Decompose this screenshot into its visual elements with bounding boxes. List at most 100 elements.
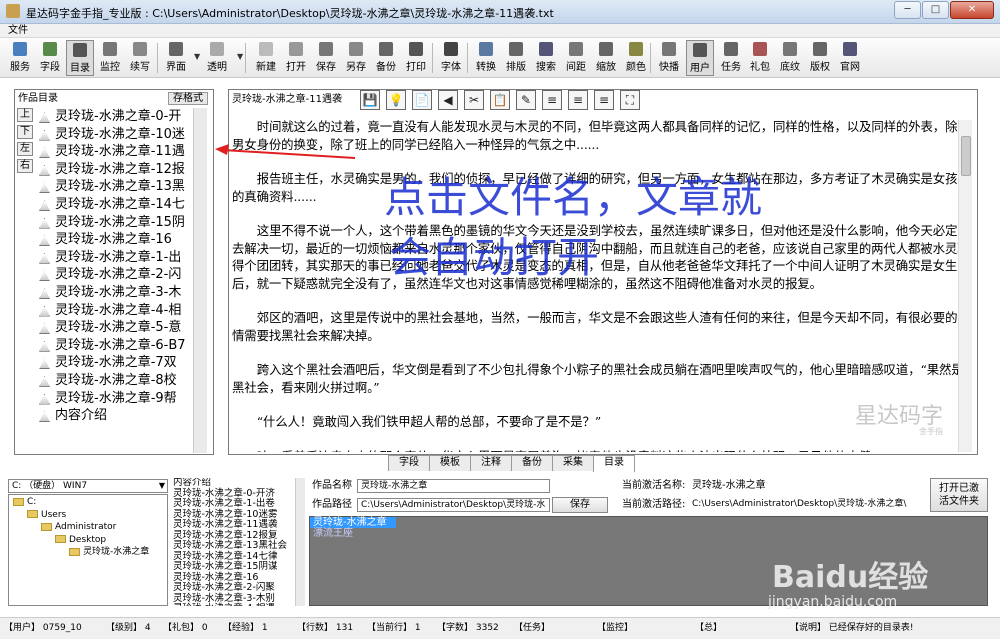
tab-2[interactable]: 注释 — [470, 455, 512, 471]
toolbar-shading-button[interactable]: 底纹 — [776, 40, 804, 76]
toolbar-saveas-button[interactable]: 另存 — [342, 40, 370, 76]
page-icon[interactable]: 📄 — [412, 90, 432, 110]
toolbar-transparent-button[interactable]: 透明 — [203, 40, 231, 76]
move-down-button[interactable]: 下 — [17, 125, 33, 139]
tab-1[interactable]: 模板 — [429, 455, 471, 471]
toolbar-website-button[interactable]: 官网 — [836, 40, 864, 76]
file-list-item[interactable]: 灵玲珑-水沸之章-1-出 — [35, 249, 207, 267]
file-list-item[interactable]: 灵玲珑-水沸之章-5-意 — [35, 319, 207, 337]
file-list-item[interactable]: 灵玲珑-水沸之章-13黑 — [35, 178, 207, 196]
file-list-item[interactable]: 灵玲珑-水沸之章-16 — [35, 231, 207, 249]
toolbar-new-button[interactable]: 新建 — [252, 40, 280, 76]
file-list-item[interactable]: 内容介绍 — [35, 407, 207, 425]
open-active-folder-button[interactable]: 打开已激 活文件夹 — [930, 478, 988, 512]
toolbar-spacing-button[interactable]: 间距 — [562, 40, 590, 76]
toolbar-service-button[interactable]: 服务 — [8, 40, 32, 76]
save-format-button[interactable]: 存格式 — [168, 92, 208, 105]
toolbar-print-button[interactable]: 打印 — [402, 40, 430, 76]
file-list-item[interactable]: 灵玲珑-水沸之章-8校 — [35, 372, 207, 390]
toolbar-search-button[interactable]: 搜索 — [532, 40, 560, 76]
idea-icon[interactable]: 💡 — [386, 90, 406, 110]
mini-list-item[interactable]: 灵玲珑-水沸之章-2-闪聚 — [173, 582, 295, 594]
toolbar-label: 透明 — [207, 62, 227, 73]
toolbar-font-button[interactable]: 字体 — [437, 40, 465, 76]
file-list-item[interactable]: 灵玲珑-水沸之章-15阴 — [35, 214, 207, 232]
save-button[interactable]: 保存 — [552, 497, 608, 513]
align-right-icon[interactable]: ≡ — [594, 90, 614, 110]
tab-3[interactable]: 备份 — [511, 455, 553, 471]
toolbar-quickplay-button[interactable]: 快播 — [655, 40, 683, 76]
file-list-item[interactable]: 灵玲珑-水沸之章-3-木 — [35, 284, 207, 302]
mini-list-item[interactable]: 内容介绍 — [173, 478, 295, 489]
work-path-input[interactable]: C:\Users\Administrator\Desktop\灵玲珑-水 — [357, 498, 550, 512]
file-list-item[interactable]: 灵玲珑-水沸之章-14七 — [35, 196, 207, 214]
fullscreen-icon[interactable]: ⛶ — [620, 90, 640, 110]
file-name: 灵玲珑-水沸之章-13黑 — [55, 179, 185, 195]
file-list-item[interactable]: 灵玲珑-水沸之章-0-开 — [35, 108, 207, 126]
toolbar-interface-button[interactable]: 界面 — [162, 40, 190, 76]
work-name-input[interactable]: 灵玲珑-水沸之章 — [357, 479, 550, 493]
toolbar-field-button[interactable]: 字段 — [36, 40, 64, 76]
close-button[interactable]: ✕ — [950, 1, 994, 19]
toolbar-layout-button[interactable]: 排版 — [502, 40, 530, 76]
tab-5[interactable]: 目录 — [593, 455, 635, 472]
toolbar-color-button[interactable]: 颜色 — [622, 40, 650, 76]
toolbar-user-button[interactable]: 用户 — [686, 40, 714, 76]
menu-file[interactable]: 文件 — [8, 24, 28, 38]
mini-list-item[interactable]: 灵玲珑-水沸之章-11遇袭 — [173, 519, 295, 531]
toolbar-copyright-button[interactable]: 版权 — [806, 40, 834, 76]
toolbar-gift-button[interactable]: 礼包 — [746, 40, 774, 76]
chevron-down-icon[interactable]: ▼ — [194, 52, 200, 61]
mini-list-item[interactable]: 灵玲珑-水沸之章-1-出卷 — [173, 498, 295, 510]
toolbar-task-button[interactable]: 任务 — [717, 40, 745, 76]
editor-scrollbar[interactable] — [958, 120, 972, 452]
maximize-button[interactable]: □ — [922, 1, 949, 19]
align-center-icon[interactable]: ≡ — [568, 90, 588, 110]
save-icon[interactable]: 💾 — [360, 90, 380, 110]
toolbar-monitor-button[interactable]: 监控 — [96, 40, 124, 76]
dir-item[interactable]: 漂流王座 — [310, 528, 987, 539]
mini-list-item[interactable]: 灵玲珑-水沸之章-13黑社会 — [173, 540, 295, 552]
back-icon[interactable]: ◀ — [438, 90, 458, 110]
toolbar-separator — [245, 43, 246, 73]
file-list-item[interactable]: 灵玲珑-水沸之章-9帮 — [35, 390, 207, 408]
tree-folder[interactable]: Desktop — [55, 535, 106, 546]
move-left-button[interactable]: 左 — [17, 142, 33, 156]
copy-icon[interactable]: 📋 — [490, 90, 510, 110]
chevron-down-icon[interactable]: ▼ — [237, 52, 243, 61]
mini-list-item[interactable]: 灵玲珑-水沸之章-15阴谋 — [173, 561, 295, 573]
tree-folder[interactable]: Users — [27, 510, 66, 521]
cut-icon[interactable]: ✂ — [464, 90, 484, 110]
edit-icon[interactable]: ✎ — [516, 90, 536, 110]
toolbar-continue-button[interactable]: 续写 — [126, 40, 154, 76]
toolbar-zoom-button[interactable]: 缩放 — [592, 40, 620, 76]
dir-item-selected[interactable]: 灵玲珑-水沸之章 — [310, 517, 396, 528]
file-list-scrollbar[interactable] — [193, 108, 207, 453]
file-list-item[interactable]: 灵玲珑-水沸之章-6-B7 — [35, 337, 207, 355]
minimize-button[interactable]: ─ — [894, 1, 921, 19]
toolbar-convert-button[interactable]: 转换 — [472, 40, 500, 76]
tree-folder[interactable]: C: — [13, 497, 36, 508]
toolbar-save-button[interactable]: 保存 — [312, 40, 340, 76]
file-list-item[interactable]: 灵玲珑-水沸之章-11遇 — [35, 143, 207, 161]
drive-select[interactable]: C: （硬盘） WIN7 ▼ — [8, 479, 168, 493]
toolbar-open-button[interactable]: 打开 — [282, 40, 310, 76]
file-list-item[interactable]: 灵玲珑-水沸之章-4-相 — [35, 302, 207, 320]
tab-0[interactable]: 字段 — [388, 455, 430, 471]
file-list-item[interactable]: 灵玲珑-水沸之章-12报 — [35, 161, 207, 179]
toolbar-backup-button[interactable]: 备份 — [372, 40, 400, 76]
move-up-button[interactable]: 上 — [17, 108, 33, 122]
tab-4[interactable]: 采集 — [552, 455, 594, 471]
toolbar-catalog-button[interactable]: 目录 — [66, 40, 94, 76]
file-list-item[interactable]: 灵玲珑-水沸之章-7双 — [35, 354, 207, 372]
tree-folder[interactable]: Administrator — [41, 522, 116, 533]
status-user: 【用户】 0759_10 — [4, 623, 82, 633]
move-right-button[interactable]: 右 — [17, 159, 33, 173]
align-left-icon[interactable]: ≡ — [542, 90, 562, 110]
file-list-item[interactable]: 灵玲珑-水沸之章-2-闪 — [35, 266, 207, 284]
scroll-thumb[interactable] — [961, 136, 971, 176]
file-list-item[interactable]: 灵玲珑-水沸之章-10迷 — [35, 126, 207, 144]
tree-folder[interactable]: 灵玲珑-水沸之章 — [69, 547, 149, 558]
mini-list-item[interactable]: 灵玲珑-水沸之章-4-相遇 — [173, 603, 295, 606]
mini-list-scrollbar[interactable] — [295, 478, 305, 606]
